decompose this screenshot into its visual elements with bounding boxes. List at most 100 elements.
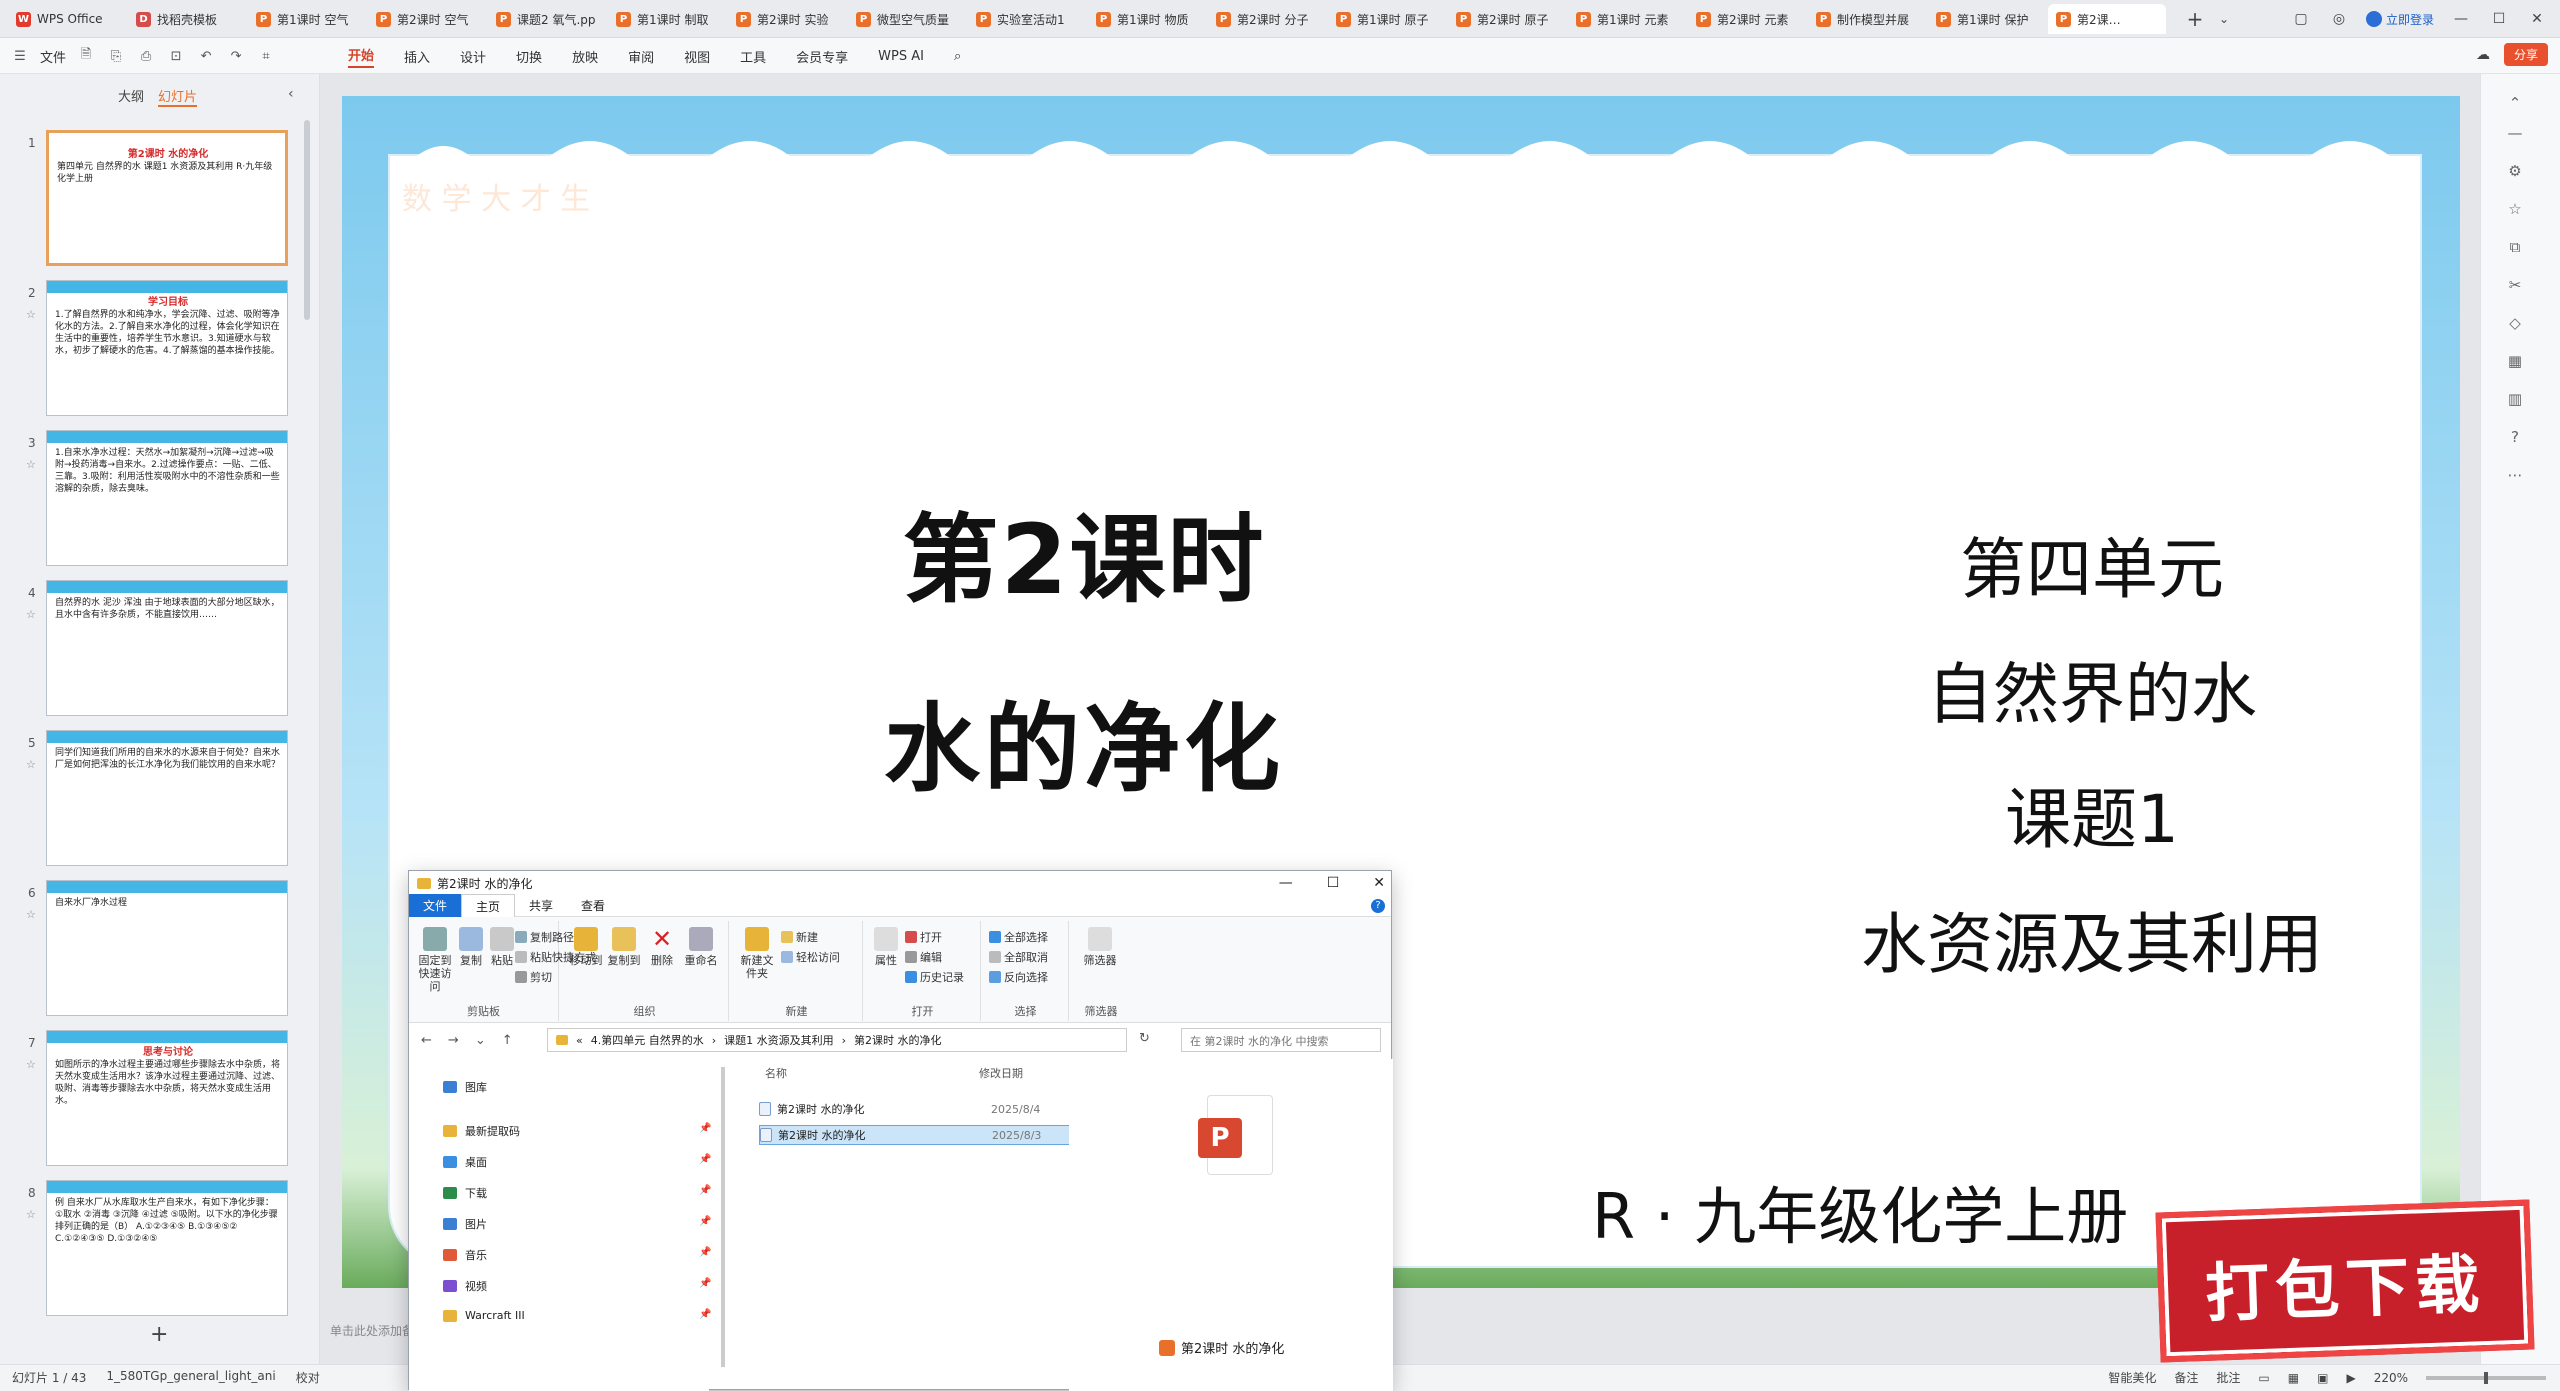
pin-icon[interactable]: 📌 — [699, 1123, 711, 1134]
tab-6[interactable]: P 第2课时 实验 — [728, 4, 846, 34]
close-button[interactable]: ✕ — [2526, 8, 2548, 30]
nav-item[interactable]: 音乐 — [443, 1247, 487, 1263]
forward-icon[interactable]: → — [448, 1033, 459, 1048]
preview-icon[interactable]: ⊡ — [166, 49, 186, 64]
open-button[interactable]: 打开 — [905, 929, 942, 945]
tab-3[interactable]: P 第2课时 空气 — [368, 4, 486, 34]
tools-icon[interactable]: ✂ — [2505, 276, 2525, 296]
help-icon[interactable]: ? — [2505, 428, 2525, 448]
save-icon[interactable]: 🗎 — [76, 45, 96, 67]
tab-12[interactable]: P 第2课时 原子 — [1448, 4, 1566, 34]
share-button[interactable]: 分享 — [2503, 43, 2548, 66]
slide-subtitle[interactable]: R · 九年级化学上册 — [1592, 1166, 2128, 1256]
file-row[interactable]: 第2课时 水的净化 2025/8/4 — [759, 1099, 1085, 1119]
pin-icon[interactable]: 📌 — [699, 1278, 711, 1289]
slide-thumbnail[interactable]: 1.自来水净水过程：天然水→加絮凝剂→沉降→过滤→吸附→投药消毒→自来水。2.过… — [46, 430, 288, 566]
pin-icon[interactable]: 📌 — [699, 1216, 711, 1227]
rename-button[interactable]: 重命名 — [681, 927, 721, 967]
ribbon-tab-0[interactable]: 开始 — [348, 45, 375, 68]
pin-icon[interactable]: 📌 — [699, 1154, 711, 1165]
select-all-button[interactable]: 全部选择 — [989, 929, 1048, 945]
panel-scrollbar[interactable] — [304, 120, 310, 320]
nav-item[interactable]: 下载 — [443, 1185, 487, 1201]
pin-icon[interactable]: 📌 — [699, 1185, 711, 1196]
format-painter-icon[interactable]: ⌗ — [256, 49, 276, 64]
star-icon[interactable]: ☆ — [2505, 200, 2525, 220]
path-segment[interactable]: › — [842, 1034, 846, 1047]
copy-button[interactable]: 复制 — [457, 927, 485, 967]
slide-thumbnail[interactable]: 同学们知道我们所用的自来水的水源来自于何处？自来水厂是如何把浑浊的长江水净化为我… — [46, 730, 288, 866]
template-name[interactable]: 1_580TGp_general_light_ani — [106, 1369, 275, 1386]
star-icon[interactable]: ☆ — [26, 458, 36, 471]
ribbon-tab-4[interactable]: 放映 — [572, 47, 598, 66]
star-icon[interactable]: ☆ — [26, 1058, 36, 1071]
search-input[interactable]: 在 第2课时 水的净化 中搜索 — [1181, 1028, 1381, 1052]
tab-13[interactable]: P 第1课时 元素 — [1568, 4, 1686, 34]
path-segment[interactable]: 第2课时 水的净化 — [854, 1032, 942, 1048]
column-date[interactable]: 修改日期 — [979, 1065, 1023, 1081]
ribbon-tab-1[interactable]: 插入 — [404, 47, 430, 66]
tab-0[interactable]: W WPS Office — [8, 4, 126, 34]
minimize-button[interactable]: — — [2450, 8, 2472, 30]
ribbon-tab-6[interactable]: 视图 — [684, 47, 710, 66]
copy-icon[interactable]: ⧉ — [2505, 238, 2525, 258]
nav-item[interactable]: 桌面 — [443, 1154, 487, 1170]
redo-icon[interactable]: ↷ — [226, 49, 246, 64]
add-slide-button[interactable]: + — [150, 1322, 168, 1347]
delete-button[interactable]: ✕ 删除 — [647, 927, 677, 967]
tab-list-button[interactable]: ⌄ — [2214, 6, 2234, 32]
cut-button[interactable]: 剪切 — [515, 969, 552, 985]
tab-10[interactable]: P 第2课时 分子 — [1208, 4, 1326, 34]
reading-view-icon[interactable]: ▣ — [2317, 1371, 2328, 1385]
book-icon[interactable]: ▥ — [2505, 390, 2525, 410]
collapse-up-icon[interactable]: ⌃ — [2505, 94, 2525, 114]
outline-tab[interactable]: 大纲 — [118, 86, 144, 105]
navigation-scrollbar[interactable] — [721, 1067, 725, 1367]
column-name[interactable]: 名称 — [765, 1065, 787, 1081]
move-to-button[interactable]: 移动到 — [569, 927, 603, 967]
skin-icon[interactable]: ◎ — [2328, 8, 2350, 30]
proof-button[interactable]: 校对 — [296, 1369, 320, 1386]
print-icon[interactable]: ⎙ — [136, 49, 156, 64]
adjust-icon[interactable]: ⚙ — [2505, 162, 2525, 182]
slide-thumbnail[interactable]: 自来水厂净水过程 — [46, 880, 288, 1016]
refresh-icon[interactable]: ↻ — [1139, 1031, 1150, 1046]
explorer-view-tab[interactable]: 查看 — [567, 894, 619, 917]
star-icon[interactable]: ☆ — [26, 308, 36, 321]
properties-button[interactable]: 属性 — [871, 927, 901, 967]
ribbon-tab-5[interactable]: 审阅 — [628, 47, 654, 66]
star-icon[interactable]: ☆ — [26, 1208, 36, 1221]
pin-icon[interactable]: 📌 — [699, 1247, 711, 1258]
file-menu[interactable]: 文件 — [40, 47, 66, 66]
slide-thumbnail[interactable]: 自然界的水 泥沙 浑浊 由于地球表面的大部分地区缺水，且水中含有许多杂质，不能直… — [46, 580, 288, 716]
play-icon[interactable]: ▶ — [2346, 1371, 2355, 1385]
login-button[interactable]: 立即登录 — [2365, 11, 2434, 28]
ribbon-tab-8[interactable]: 会员专享 — [796, 47, 848, 66]
copy-to-button[interactable]: 复制到 — [607, 927, 641, 967]
zoom-slider[interactable] — [2426, 1371, 2546, 1384]
slide-title-line1[interactable]: 第2课时 — [784, 482, 1384, 621]
screen-icon[interactable]: ▢ — [2290, 8, 2312, 30]
slide-title-line2[interactable]: 水的净化 — [784, 671, 1384, 810]
tab-11[interactable]: P 第1课时 原子 — [1328, 4, 1446, 34]
topic-label[interactable]: 课题1 — [1742, 766, 2442, 862]
topic-name[interactable]: 水资源及其利用 — [1742, 891, 2442, 987]
tab-15[interactable]: P 制作模型并展 — [1808, 4, 1926, 34]
pin-quick-access-button[interactable]: 固定到快速访问 — [415, 927, 455, 993]
notes-button[interactable]: 备注 — [2174, 1369, 2198, 1386]
easy-access-button[interactable]: 轻松访问 — [781, 949, 840, 965]
chapter-label[interactable]: 自然界的水 — [1742, 641, 2442, 737]
slide-thumbnail[interactable]: 例 自来水厂从水库取水生产自来水，有如下净化步骤：①取水 ②消毒 ③沉降 ④过滤… — [46, 1180, 288, 1316]
tab-7[interactable]: P 微型空气质量 — [848, 4, 966, 34]
tab-16[interactable]: P 第1课时 保护 — [1928, 4, 2046, 34]
download-stamp[interactable]: 打包下载 — [2155, 1199, 2535, 1363]
explorer-home-tab[interactable]: 主页 — [461, 893, 516, 918]
menu-icon[interactable]: ☰ — [10, 49, 30, 64]
explorer-file-tab[interactable]: 文件 — [409, 894, 462, 917]
pin-icon[interactable]: 📌 — [699, 1309, 711, 1320]
help-icon[interactable]: ? — [1371, 899, 1385, 913]
history-button[interactable]: 历史记录 — [905, 969, 964, 985]
comments-button[interactable]: 批注 — [2216, 1369, 2240, 1386]
up-icon[interactable]: ↑ — [502, 1033, 513, 1048]
new-folder-button[interactable]: 新建文件夹 — [737, 927, 777, 980]
